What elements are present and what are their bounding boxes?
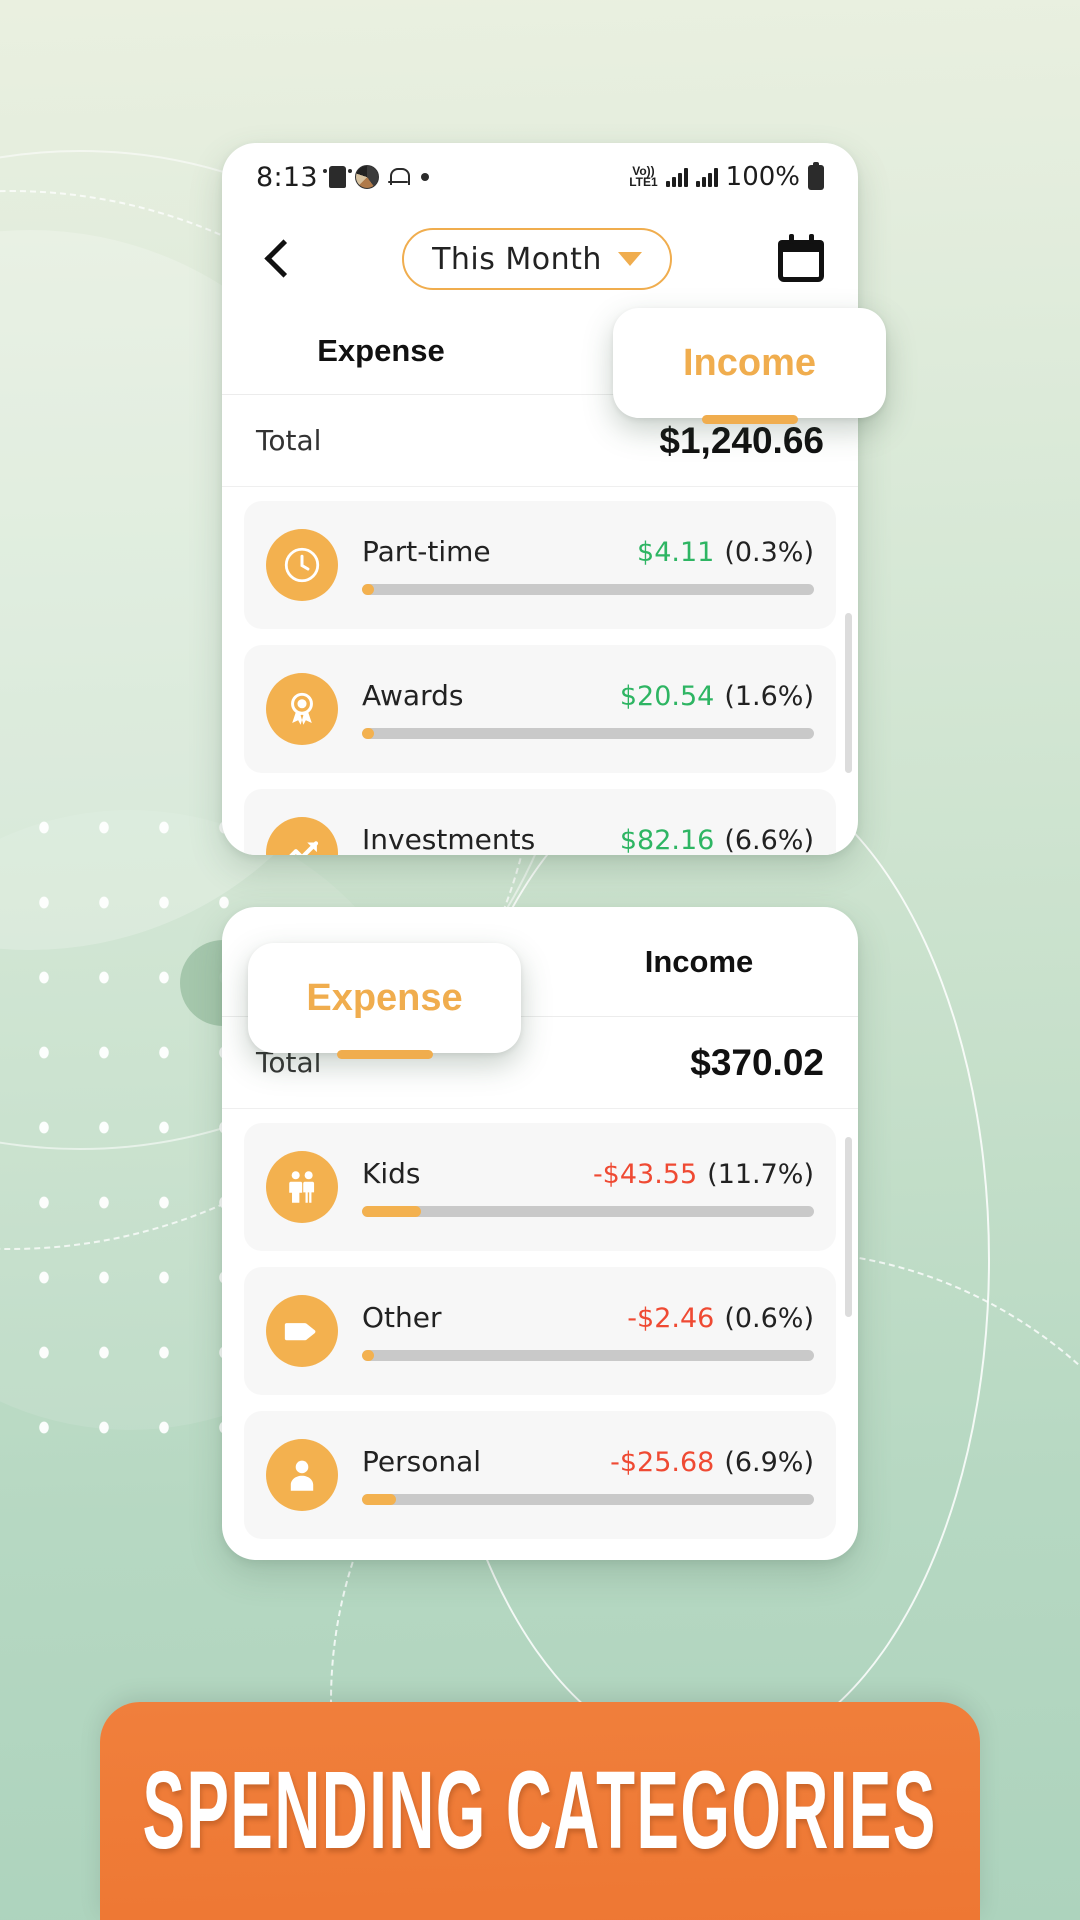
list-item[interactable]: Awards $20.54 (1.6%) [244,645,836,773]
list-item-header: Kids -$43.55 (11.7%) [362,1157,814,1190]
expense-category-list: Kids -$43.55 (11.7%) Other -$2.46 (0.6%) Perso… [222,1109,858,1539]
income-scrollbar[interactable] [845,613,852,773]
category-percent: (6.9%) [724,1447,814,1478]
category-amount: $82.16 [619,825,715,855]
volte-icon: Vo)) LTE1 [629,164,658,189]
category-name: Part-time [362,535,491,568]
back-icon[interactable] [254,237,298,281]
category-name: Awards [362,679,464,712]
list-item[interactable]: Other -$2.46 (0.6%) [244,1267,836,1395]
progress-fill [362,1350,374,1361]
kids-icon [266,1151,338,1223]
category-amount: -$43.55 [592,1159,698,1190]
status-bar-right: Vo)) LTE1 100% [629,161,824,192]
category-name: Other [362,1301,442,1334]
trending-up-icon [266,817,338,855]
caret-down-icon [617,252,642,266]
clock-icon [266,529,338,601]
list-item-header: Investments $82.16 (6.6%) [362,823,814,855]
progress-track [362,1494,814,1505]
background-dot-grid [0,780,230,1480]
list-item[interactable]: Kids -$43.55 (11.7%) [244,1123,836,1251]
list-item-header: Other -$2.46 (0.6%) [362,1301,814,1334]
category-value: -$43.55 (11.7%) [593,1159,814,1190]
tab-expense[interactable]: Expense [222,307,540,394]
photo-avatar-icon [354,165,379,189]
income-screen-card: 8:13 Vo)) LTE1 100% This Month Expense T… [222,143,858,855]
category-value: -$25.68 (6.9%) [610,1447,814,1478]
category-percent: (6.6%) [724,825,814,855]
active-tab-income[interactable]: Income [613,308,886,424]
progress-track [362,1206,814,1217]
active-tab-underline-2 [336,1050,433,1059]
expense-total-amount: $370.02 [690,1041,824,1083]
status-bar: 8:13 Vo)) LTE1 100% [222,143,858,211]
status-bar-left: 8:13 [256,162,429,193]
active-tab-income-label: Income [682,341,817,384]
list-item[interactable]: Investments $82.16 (6.6%) [244,789,836,855]
period-label: This Month [432,241,602,277]
list-item[interactable]: Personal -$25.68 (6.9%) [244,1411,836,1539]
category-value: -$2.46 (0.6%) [627,1303,814,1334]
category-percent: (0.6%) [724,1303,814,1334]
battery-percent: 100% [725,162,800,192]
income-category-list: Part-time $4.11 (0.3%) Awards $20.54 (1.6%) In… [222,487,858,855]
category-amount: $4.11 [637,537,715,568]
category-amount: -$2.46 [627,1303,715,1334]
bell-icon [387,166,410,188]
progress-track [362,728,814,739]
list-item-body: Kids -$43.55 (11.7%) [362,1157,814,1217]
category-amount: $20.54 [619,681,715,712]
active-tab-underline [701,415,798,424]
active-tab-expense-label: Expense [306,976,463,1019]
list-item-body: Awards $20.54 (1.6%) [362,679,814,739]
dot-icon [420,173,429,181]
category-name: Investments [362,823,536,855]
tab-income-2[interactable]: Income [540,907,858,1016]
list-item-body: Part-time $4.11 (0.3%) [362,535,814,595]
category-percent: (1.6%) [724,681,814,712]
period-selector[interactable]: This Month [402,228,672,290]
battery-icon [808,161,824,190]
category-value: $82.16 (6.6%) [620,825,814,855]
category-name: Personal [362,1445,482,1478]
category-value: $4.11 (0.3%) [637,537,814,568]
progress-track [362,1350,814,1361]
person-icon [266,1439,338,1511]
progress-fill [362,1206,421,1217]
active-tab-expense[interactable]: Expense [248,943,521,1059]
tag-icon [266,1295,338,1367]
expense-scrollbar[interactable] [845,1137,852,1317]
sim-card-icon [322,166,352,188]
category-value: $20.54 (1.6%) [620,681,814,712]
progress-fill [362,584,374,595]
category-percent: (11.7%) [707,1159,814,1190]
income-total-label: Total [256,424,322,457]
list-item-body: Investments $82.16 (6.6%) [362,823,814,855]
progress-track [362,584,814,595]
signal-bars-icon-2 [695,167,718,187]
list-item-body: Other -$2.46 (0.6%) [362,1301,814,1361]
progress-fill [362,728,374,739]
list-item-body: Personal -$25.68 (6.9%) [362,1445,814,1505]
banner-title: SPENDING CATEGORIES [142,1748,938,1872]
list-item-header: Awards $20.54 (1.6%) [362,679,814,712]
list-item-header: Part-time $4.11 (0.3%) [362,535,814,568]
category-percent: (0.3%) [724,537,814,568]
status-left-icons [322,165,429,189]
app-header: This Month [222,211,858,307]
category-amount: -$25.68 [610,1447,715,1478]
award-icon [266,673,338,745]
list-item[interactable]: Part-time $4.11 (0.3%) [244,501,836,629]
income-total-amount: $1,240.66 [659,419,824,461]
progress-fill [362,1494,396,1505]
calendar-icon[interactable] [776,234,826,284]
status-time: 8:13 [256,161,318,193]
list-item-header: Personal -$25.68 (6.9%) [362,1445,814,1478]
signal-bars-icon-1 [665,167,688,187]
spending-categories-banner: SPENDING CATEGORIES [100,1702,980,1920]
category-name: Kids [362,1157,421,1190]
